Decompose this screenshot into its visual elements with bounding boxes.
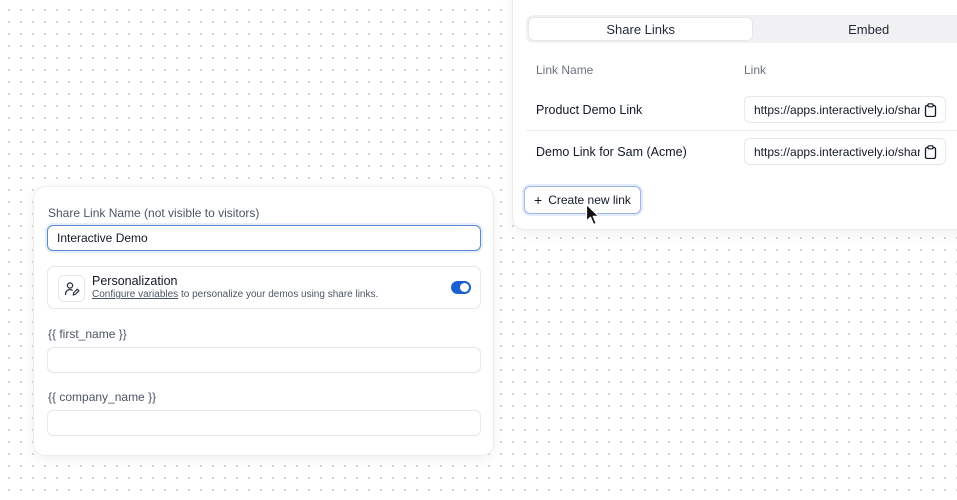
personalization-toggle[interactable]: [451, 281, 471, 294]
company-name-variable-label: {{ company_name }}: [48, 390, 157, 404]
share-link-name-input[interactable]: [47, 225, 481, 251]
share-link-form: Share Link Name (not visible to visitors…: [33, 186, 494, 456]
column-header-link: Link: [744, 63, 767, 77]
link-url: https://apps.interactively.io/share: [754, 103, 920, 117]
personalization-icon-box: [58, 275, 85, 302]
personalization-title: Personalization: [92, 274, 178, 288]
plus-icon: +: [534, 192, 543, 208]
tab-share-links[interactable]: Share Links: [528, 17, 754, 41]
clipboard-icon[interactable]: [924, 103, 937, 117]
tab-embed[interactable]: Embed: [753, 17, 957, 41]
table-row: Demo Link for Sam (Acme) https://apps.in…: [526, 131, 957, 173]
share-link-name-label: Share Link Name (not visible to visitors…: [48, 206, 260, 220]
share-links-panel: Share Links Embed Link Name Link Product…: [512, 0, 957, 230]
company-name-input[interactable]: [47, 410, 481, 436]
clipboard-icon[interactable]: [924, 145, 937, 159]
create-new-link-button[interactable]: + Create new link: [524, 186, 641, 214]
personalization-description: Configure variables to personalize your …: [92, 289, 378, 300]
table-row: Product Demo Link https://apps.interacti…: [526, 89, 957, 131]
share-tabs: Share Links Embed: [526, 15, 957, 43]
personalization-section: Personalization Configure variables to p…: [47, 266, 481, 309]
first-name-variable-label: {{ first_name }}: [48, 327, 127, 341]
personalization-description-text: to personalize your demos using share li…: [178, 289, 379, 300]
mouse-pointer-icon: [585, 203, 600, 226]
link-name: Demo Link for Sam (Acme): [536, 145, 687, 159]
toggle-knob: [460, 283, 469, 292]
user-edit-icon: [64, 281, 79, 296]
link-url: https://apps.interactively.io/share: [754, 145, 920, 159]
column-header-link-name: Link Name: [536, 63, 594, 77]
first-name-input[interactable]: [47, 347, 481, 373]
link-name: Product Demo Link: [536, 103, 643, 117]
link-url-field[interactable]: https://apps.interactively.io/share: [744, 138, 946, 165]
link-url-field[interactable]: https://apps.interactively.io/share: [744, 96, 946, 123]
configure-variables-link[interactable]: Configure variables: [92, 289, 178, 300]
